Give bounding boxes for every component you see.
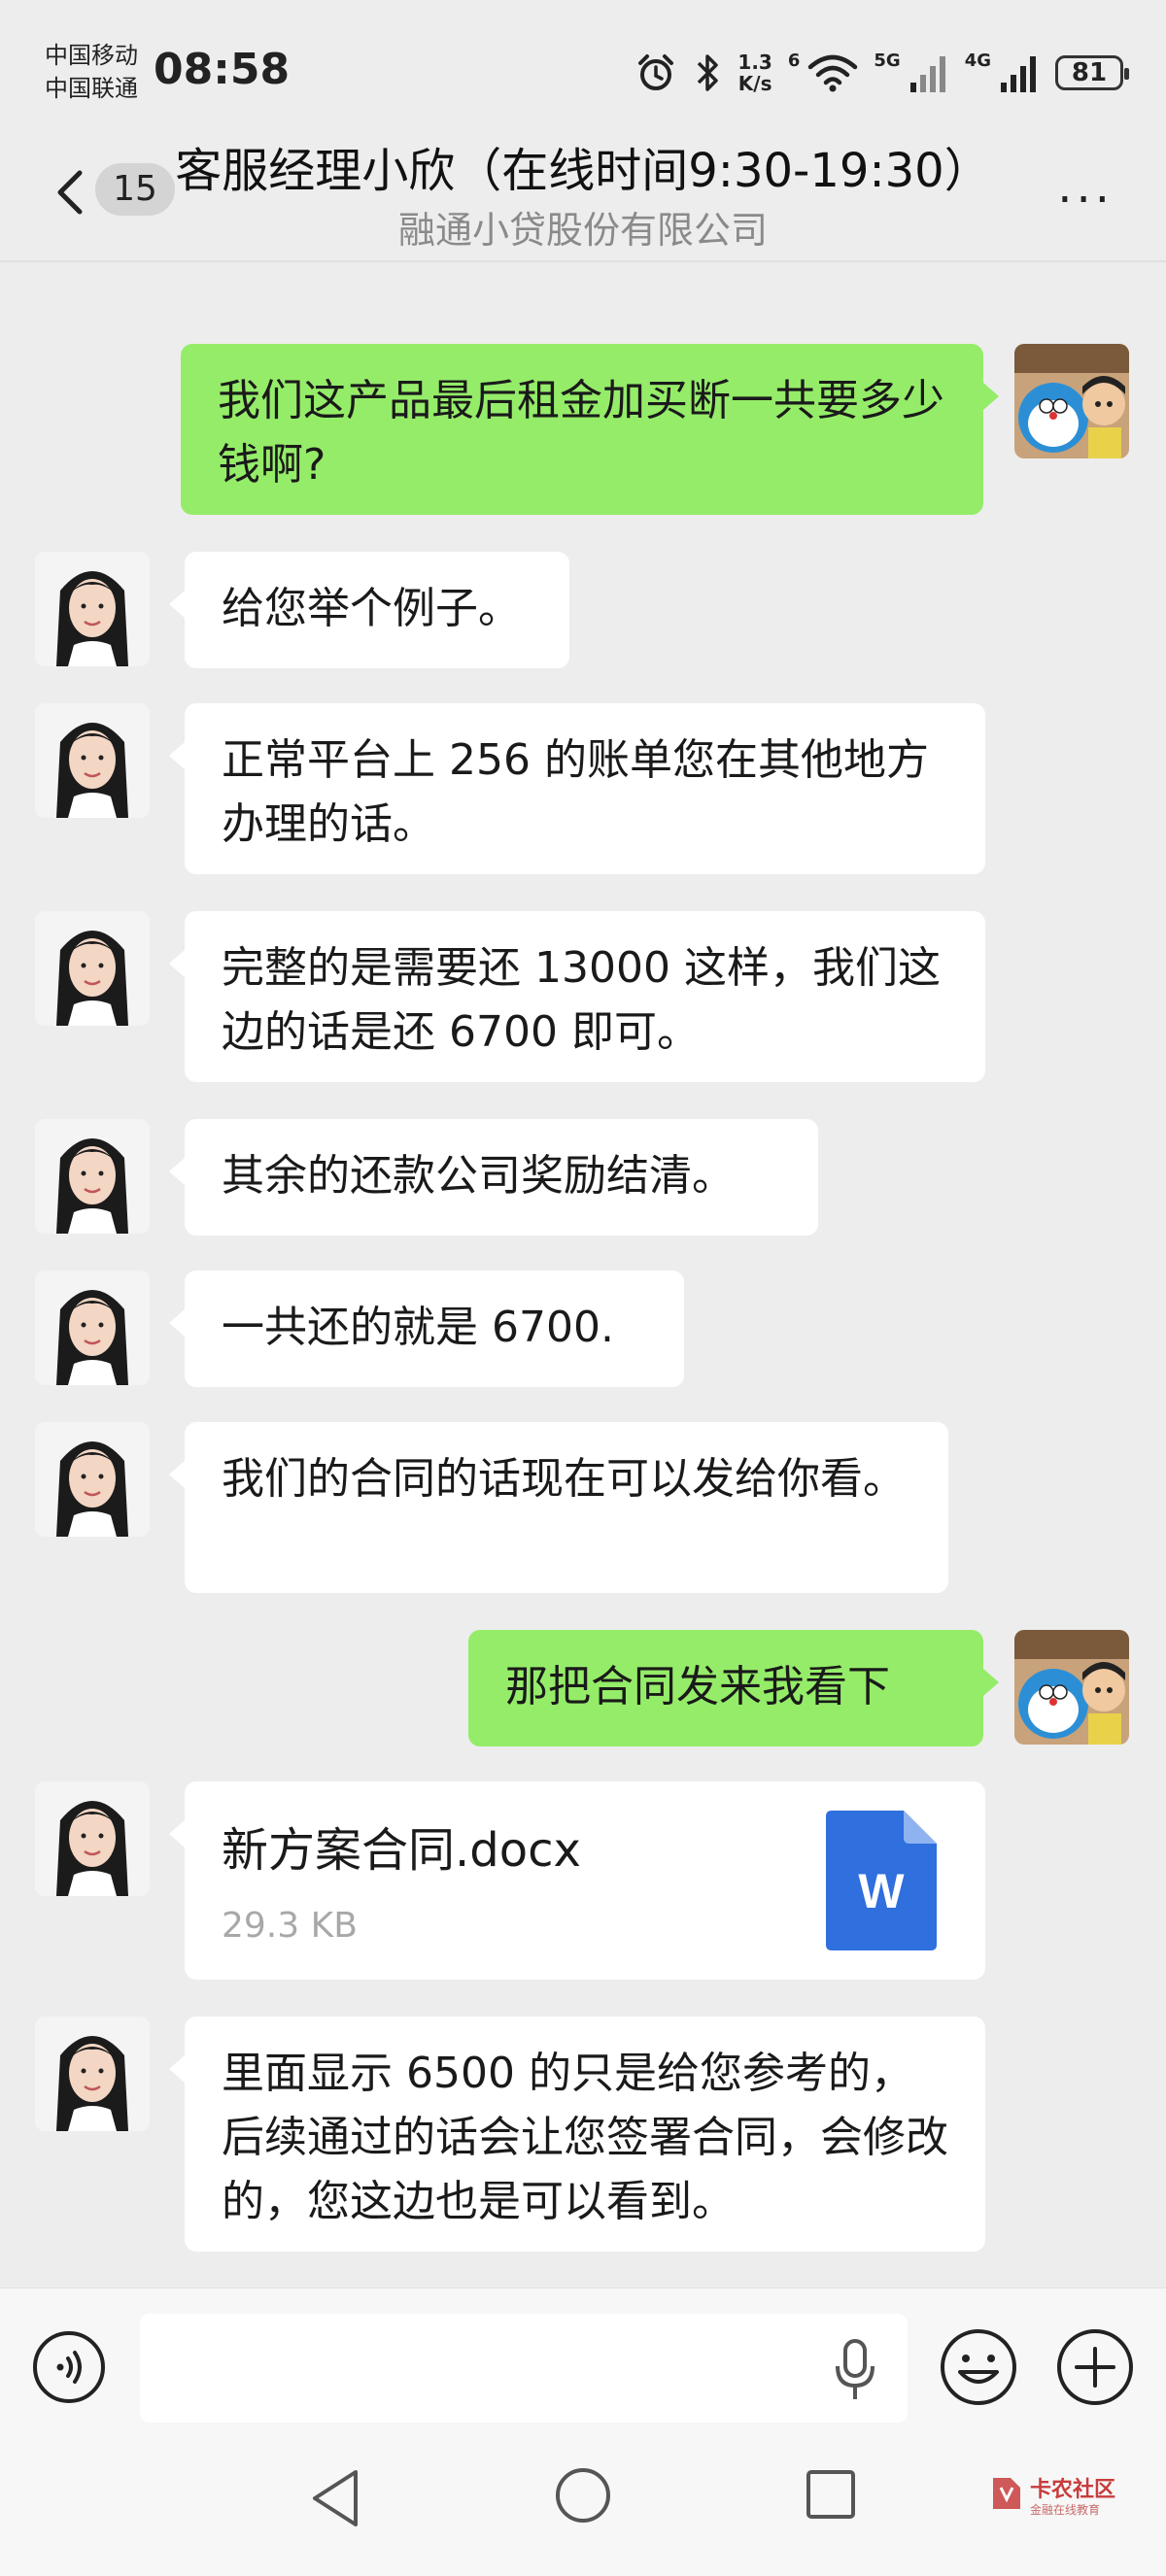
message-bubble-contact[interactable]: 给您举个例子。	[169, 552, 569, 668]
contact-avatar[interactable]	[35, 911, 150, 1026]
watermark-subtitle: 金融在线教育	[1030, 2503, 1101, 2517]
chat-title: 客服经理小欣（在线时间9:30-19:30）	[175, 144, 991, 198]
message-text: 完整的是需要还 13000 这样，我们这边的话是还 6700 即可。	[222, 943, 941, 1057]
message-text: 正常平台上 256 的账单您在其他地方办理的话。	[222, 735, 929, 849]
self-avatar[interactable]	[1014, 1630, 1129, 1745]
back-chevron-icon[interactable]	[43, 163, 101, 221]
watermark-logo: 卡农社区 金融在线教育	[989, 2468, 1135, 2526]
message-text: 其余的还款公司奖励结清。	[222, 1151, 735, 1201]
battery-icon: 81	[1055, 55, 1129, 90]
nav-recent-icon[interactable]	[805, 2468, 857, 2521]
contact-avatar[interactable]	[35, 703, 150, 818]
status-bar: 中国移动 中国联通 08:58 1.3 K/s 6 5G 4G 81	[0, 0, 1166, 136]
file-message-card[interactable]: 新方案合同.docx 29.3 KB W	[169, 1781, 985, 1980]
more-icon[interactable]: ···	[1057, 177, 1114, 223]
status-icons: 1.3 K/s 6 5G 4G 81	[634, 49, 1129, 97]
message-bubble-contact[interactable]: 其余的还款公司奖励结清。	[169, 1119, 818, 1236]
message-text: 一共还的就是 6700.	[222, 1303, 614, 1352]
nav-back-icon[interactable]	[309, 2468, 363, 2528]
message-text: 我们的合同的话现在可以发给你看。	[222, 1454, 906, 1504]
contact-avatar[interactable]	[35, 2017, 150, 2131]
message-bubble-contact[interactable]: 我们的合同的话现在可以发给你看。	[169, 1422, 948, 1593]
message-bubble-self[interactable]: 我们这产品最后租金加买断一共要多少钱啊?	[181, 344, 999, 515]
header-divider	[0, 260, 1166, 262]
bluetooth-icon	[698, 54, 719, 91]
message-bubble-contact[interactable]: 完整的是需要还 13000 这样，我们这边的话是还 6700 即可。	[169, 911, 985, 1082]
svg-text:W: W	[858, 1864, 905, 1918]
system-nav-bar: 卡农社区 金融在线教育	[0, 2433, 1166, 2576]
unread-count-badge[interactable]: 15	[95, 163, 175, 216]
signal-1-label: 5G	[874, 51, 901, 71]
contact-avatar[interactable]	[35, 1422, 150, 1537]
message-bubble-contact[interactable]: 正常平台上 256 的账单您在其他地方办理的话。	[169, 703, 985, 874]
contact-avatar[interactable]	[35, 1271, 150, 1385]
message-text: 给您举个例子。	[222, 584, 521, 633]
carrier-info: 中国移动 中国联通	[45, 39, 138, 105]
carrier-2: 中国联通	[45, 75, 138, 102]
message-bubble-contact[interactable]: 里面显示 6500 的只是给您参考的，后续通过的话会让您签署合同，会修改的，您这…	[169, 2017, 985, 2252]
carrier-1: 中国移动	[45, 42, 138, 69]
net-speed: 1.3 K/s	[737, 51, 772, 95]
message-bubble-contact[interactable]: 一共还的就是 6700.	[169, 1271, 684, 1387]
chat-header: 15 客服经理小欣（在线时间9:30-19:30） 融通小贷股份有限公司 ···	[0, 136, 1166, 262]
chat-subtitle: 融通小贷股份有限公司	[397, 209, 768, 252]
message-bubble-self[interactable]: 那把合同发来我看下	[468, 1630, 999, 1746]
contact-avatar[interactable]	[35, 552, 150, 666]
message-input[interactable]	[140, 2314, 908, 2423]
alarm-icon	[638, 54, 674, 90]
contact-avatar[interactable]	[35, 1119, 150, 1234]
signal-2-label: 4G	[964, 51, 991, 71]
microphone-icon[interactable]	[834, 2339, 876, 2401]
message-text: 里面显示 6500 的只是给您参考的，后续通过的话会让您签署合同，会修改的，您这…	[222, 2049, 948, 2226]
signal-icon	[1001, 56, 1036, 92]
wifi-label: 6	[787, 51, 801, 71]
emoji-icon[interactable]	[939, 2327, 1018, 2407]
status-time: 08:58	[154, 45, 291, 94]
battery-level: 81	[1071, 58, 1108, 87]
watermark-title: 卡农社区	[1030, 2478, 1116, 2502]
input-bar	[0, 2288, 1166, 2434]
message-text: 我们这产品最后租金加买断一共要多少钱啊?	[218, 376, 944, 490]
self-avatar[interactable]	[1014, 344, 1129, 458]
wifi-icon	[808, 54, 858, 92]
plus-icon[interactable]	[1055, 2327, 1135, 2407]
file-size: 29.3 KB	[222, 1906, 358, 1946]
contact-avatar[interactable]	[35, 1781, 150, 1896]
nav-home-icon[interactable]	[554, 2466, 612, 2525]
signal-icon	[909, 56, 945, 92]
file-name: 新方案合同.docx	[222, 1823, 581, 1878]
watermark-icon	[993, 2478, 1020, 2509]
voice-icon[interactable]	[31, 2329, 107, 2405]
word-doc-icon: W	[826, 1811, 937, 1950]
message-text: 那把合同发来我看下	[505, 1662, 890, 1712]
